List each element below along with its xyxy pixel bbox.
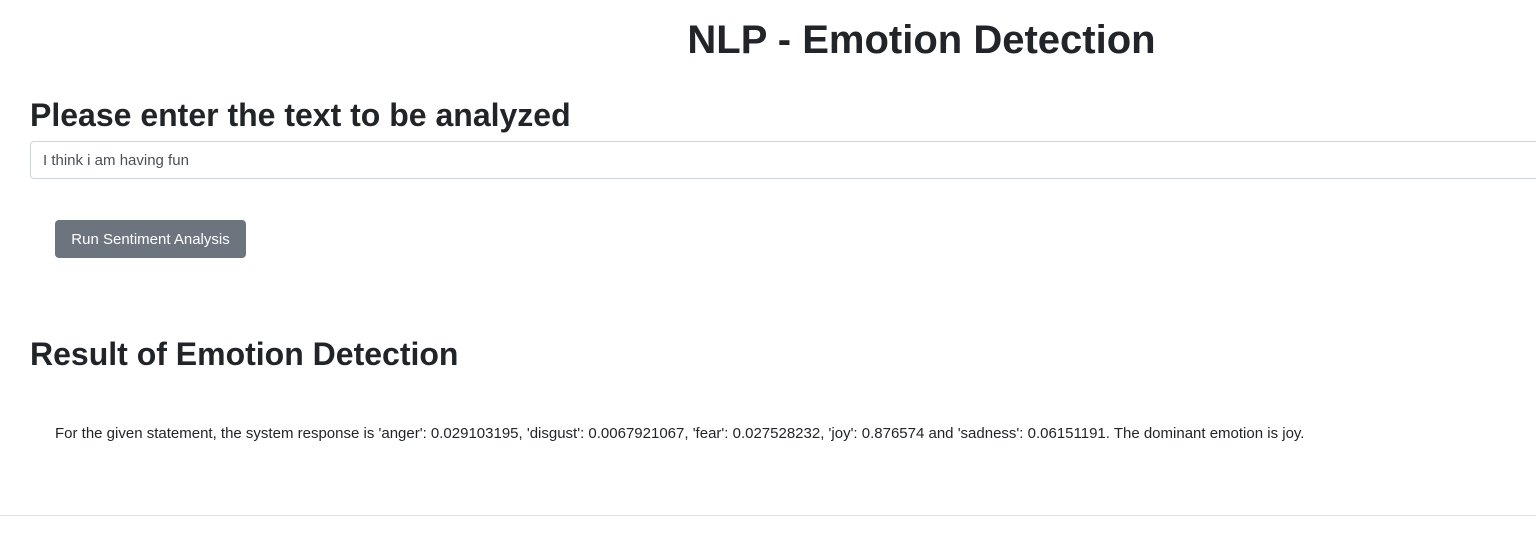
page-divider — [0, 515, 1536, 516]
result-heading: Result of Emotion Detection — [30, 336, 459, 372]
emotion-result-text: For the given statement, the system resp… — [55, 425, 1305, 442]
emotion-detection-page: NLP - Emotion Detection Please enter the… — [0, 0, 1536, 539]
input-prompt-heading: Please enter the text to be analyzed — [30, 97, 571, 133]
page-title: NLP - Emotion Detection — [687, 18, 1156, 62]
text-to-analyze-input[interactable] — [30, 141, 1536, 179]
run-sentiment-analysis-button[interactable]: Run Sentiment Analysis — [55, 220, 246, 258]
